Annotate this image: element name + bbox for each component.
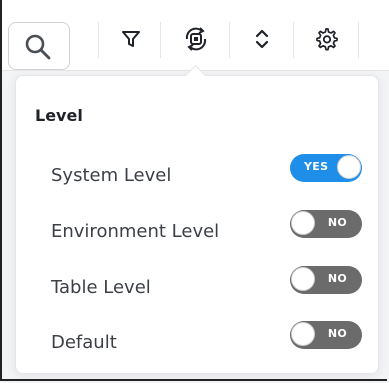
page-frame (0, 0, 387, 381)
